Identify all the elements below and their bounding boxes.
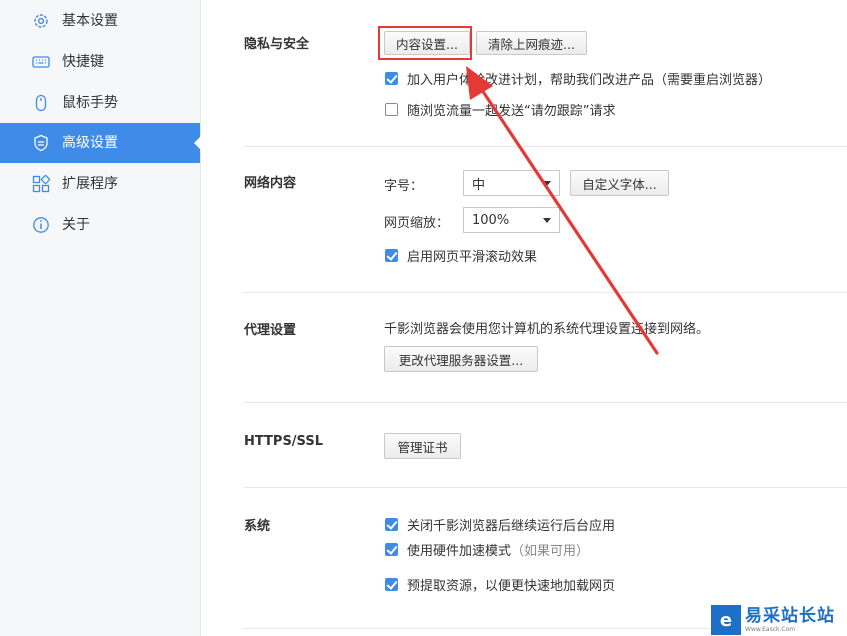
section-title-proxy: 代理设置 <box>244 323 297 338</box>
sidebar-item-label: 快捷键 <box>62 54 104 70</box>
sidebar-item-basic-settings[interactable]: 基本设置 <box>0 1 200 41</box>
watermark-logo: e 易采站长站 Www.Easck.Com <box>711 604 847 636</box>
watermark-title: 易采站长站 <box>745 605 835 626</box>
chevron-down-icon <box>543 181 551 186</box>
dnt-label: 随浏览流量一起发送“请勿跟踪”请求 <box>407 104 616 119</box>
prefetch-checkbox[interactable] <box>385 578 398 591</box>
dnt-checkbox-row[interactable]: 随浏览流量一起发送“请勿跟踪”请求 <box>385 100 615 119</box>
sidebar-item-shortcuts[interactable]: 快捷键 <box>0 42 200 82</box>
zoom-value: 100% <box>472 212 510 228</box>
font-size-select[interactable]: 中 <box>463 170 560 196</box>
section-title-system: 系统 <box>244 519 271 534</box>
sidebar-item-label: 基本设置 <box>62 13 118 29</box>
sidebar-item-extensions[interactable]: 扩展程序 <box>0 164 200 204</box>
smooth-scroll-label: 启用网页平滑滚动效果 <box>407 250 538 265</box>
sidebar-item-label: 扩展程序 <box>62 176 118 192</box>
watermark-logo-mark: e <box>711 605 741 635</box>
sidebar-item-label: 鼠标手势 <box>62 95 118 111</box>
clear-history-button[interactable]: 清除上网痕迹... <box>476 31 587 55</box>
shield-icon <box>32 134 50 152</box>
zoom-label: 网页缩放： <box>384 216 450 231</box>
gear-icon <box>32 12 50 30</box>
hw-accel-checkbox[interactable] <box>385 543 398 556</box>
manage-certificates-button[interactable]: 管理证书 <box>384 433 461 459</box>
sidebar: 基本设置 快捷键 鼠标手势 高级设置 扩展程序 关于 <box>0 0 201 636</box>
sidebar-item-mouse-gestures[interactable]: 鼠标手势 <box>0 83 200 123</box>
keyboard-icon <box>32 53 50 71</box>
ux-plan-checkbox[interactable] <box>385 72 398 85</box>
background-run-label: 关闭千影浏览器后继续运行后台应用 <box>407 519 616 534</box>
chevron-down-icon <box>543 218 551 223</box>
divider <box>244 146 847 147</box>
section-title-https: HTTPS/SSL <box>244 434 323 449</box>
sidebar-item-label: 高级设置 <box>62 135 118 151</box>
ux-plan-checkbox-row[interactable]: 加入用户体验改进计划，帮助我们改进产品（需要重启浏览器） <box>385 69 771 88</box>
dnt-checkbox[interactable] <box>385 103 398 116</box>
section-title-privacy: 隐私与安全 <box>244 37 310 52</box>
hw-accel-checkbox-row[interactable]: 使用硬件加速模式 （如果可用） <box>385 540 589 559</box>
sidebar-item-advanced-settings[interactable]: 高级设置 <box>0 123 201 163</box>
smooth-scroll-checkbox[interactable] <box>385 249 398 262</box>
background-run-checkbox-row[interactable]: 关闭千影浏览器后继续运行后台应用 <box>385 515 615 534</box>
prefetch-label: 预提取资源，以便更快速地加载网页 <box>407 579 616 594</box>
sidebar-item-about[interactable]: 关于 <box>0 205 200 245</box>
font-size-label: 字号： <box>384 179 424 194</box>
hw-accel-label: 使用硬件加速模式 <box>407 544 512 559</box>
prefetch-checkbox-row[interactable]: 预提取资源，以便更快速地加载网页 <box>385 575 615 594</box>
ux-plan-label: 加入用户体验改进计划，帮助我们改进产品（需要重启浏览器） <box>407 73 772 88</box>
smooth-scroll-checkbox-row[interactable]: 启用网页平滑滚动效果 <box>385 246 537 265</box>
divider <box>244 402 847 403</box>
extensions-icon <box>32 175 50 193</box>
font-size-value: 中 <box>472 177 486 193</box>
divider <box>244 487 847 488</box>
info-icon <box>32 216 50 234</box>
proxy-description: 千影浏览器会使用您计算机的系统代理设置连接到网络。 <box>384 322 710 337</box>
custom-font-button[interactable]: 自定义字体... <box>570 170 669 196</box>
watermark-subtitle: Www.Easck.Com <box>745 625 796 633</box>
sidebar-item-label: 关于 <box>62 217 90 233</box>
change-proxy-button[interactable]: 更改代理服务器设置... <box>384 346 538 372</box>
section-title-web-content: 网络内容 <box>244 176 297 191</box>
zoom-select[interactable]: 100% <box>463 207 560 233</box>
annotation-highlight-box <box>378 26 472 60</box>
mouse-icon <box>32 94 50 112</box>
hw-accel-hint: （如果可用） <box>511 544 590 559</box>
divider <box>244 292 847 293</box>
background-run-checkbox[interactable] <box>385 518 398 531</box>
